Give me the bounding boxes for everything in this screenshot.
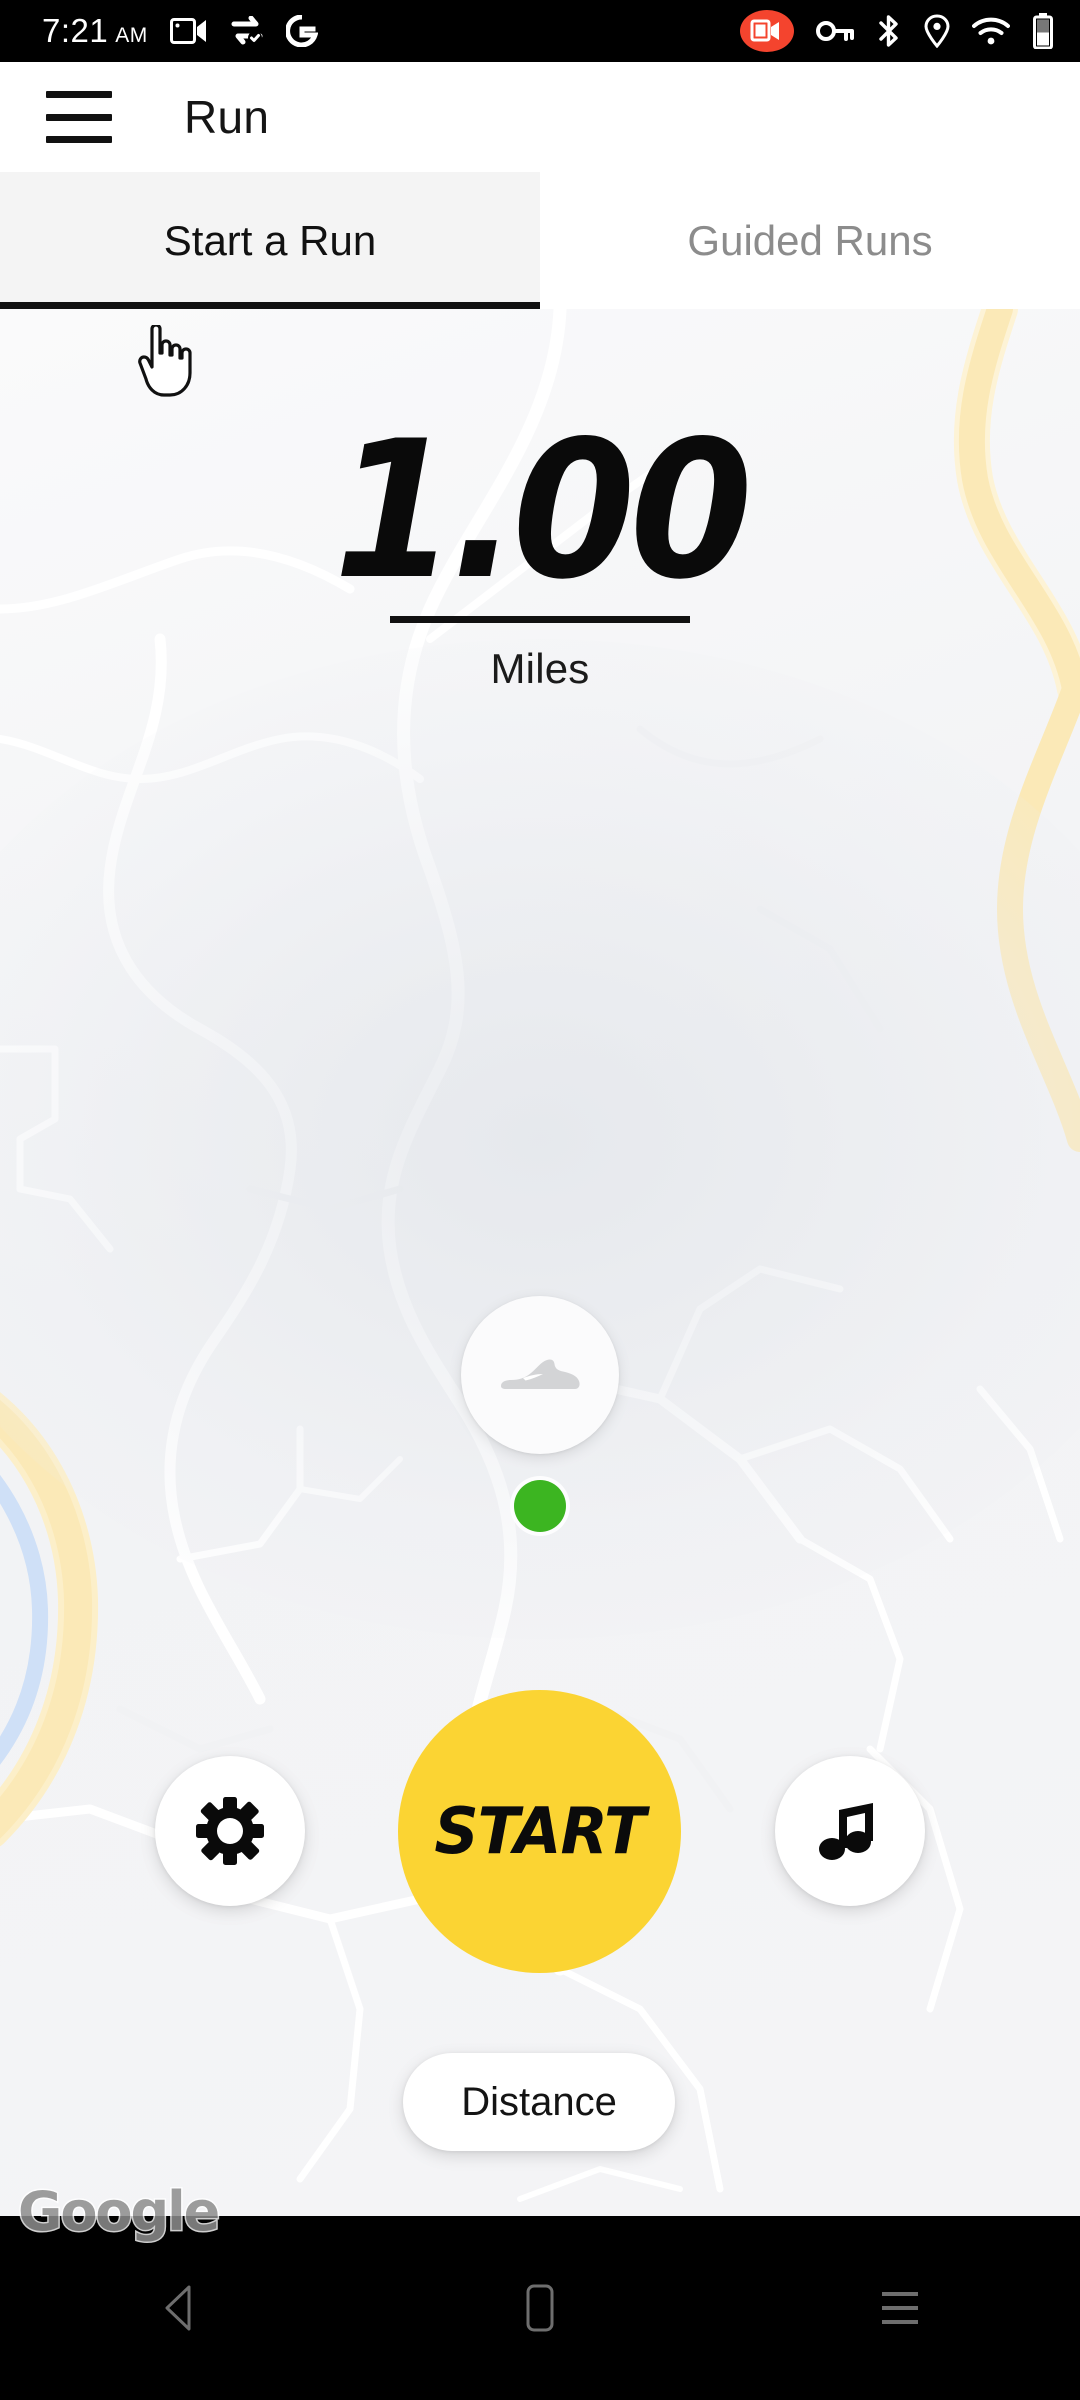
home-button[interactable] [480, 2248, 600, 2368]
hamburger-menu-icon[interactable] [46, 91, 112, 143]
vpn-key-icon [816, 21, 854, 41]
bluetooth-icon [879, 15, 898, 47]
distance-unit-label: Miles [490, 645, 590, 693]
page-title: Run [184, 91, 270, 143]
app-bar: Run [0, 62, 1080, 172]
google-watermark: Google [16, 2179, 221, 2245]
tab-bar: Start a Run Guided Runs [0, 172, 1080, 309]
status-bar-right [740, 10, 1054, 52]
shoe-selector-button[interactable] [461, 1296, 619, 1454]
start-run-button[interactable]: START [398, 1690, 681, 1973]
hamburger-line [46, 113, 112, 121]
distance-value: 1.00 [333, 400, 752, 621]
back-button[interactable] [120, 2248, 240, 2368]
location-icon [924, 14, 950, 48]
recents-button[interactable] [840, 2248, 960, 2368]
hamburger-line [46, 91, 112, 98]
google-g-icon [285, 15, 318, 47]
clock-ampm: AM [115, 24, 148, 47]
video-camera-icon [169, 18, 206, 44]
metric-selector-button[interactable]: Distance [403, 2053, 675, 2151]
metric-selector-label: Distance [461, 2079, 617, 2124]
hamburger-line [46, 136, 112, 143]
phone-screen: 7:21 AM Run Start a Run Guided Runs 1.00… [0, 0, 1080, 2400]
status-bar-left: 7:21 AM [42, 12, 740, 50]
wifi-icon [972, 17, 1010, 45]
music-button[interactable] [775, 1756, 925, 1906]
settings-button[interactable] [155, 1756, 305, 1906]
battery-icon [1033, 13, 1053, 49]
home-square-icon [526, 2284, 554, 2332]
clock-time: 7:21 [42, 12, 109, 49]
tab-guided-runs[interactable]: Guided Runs [540, 172, 1080, 309]
start-run-label: START [434, 1794, 646, 1869]
running-shoe-icon [501, 1359, 580, 1389]
status-bar: 7:21 AM [0, 0, 1080, 62]
distance-readout: 1.00 Miles [0, 400, 1080, 693]
status-bar-clock: 7:21 AM [42, 12, 148, 50]
music-note-icon [819, 1803, 873, 1860]
screen-recording-active-icon [740, 10, 794, 52]
gps-status-dot [514, 1480, 566, 1532]
mouse-cursor-pointer [138, 325, 192, 397]
recents-lines-icon [882, 2292, 918, 2324]
tab-guided-runs-label: Guided Runs [687, 216, 933, 264]
android-navigation-bar [0, 2216, 1080, 2400]
back-triangle-icon [165, 2285, 191, 2331]
tab-start-a-run[interactable]: Start a Run [0, 172, 540, 309]
data-saver-icon [231, 16, 263, 45]
settings-gear-icon [196, 1797, 264, 1865]
tab-start-a-run-label: Start a Run [163, 216, 377, 264]
